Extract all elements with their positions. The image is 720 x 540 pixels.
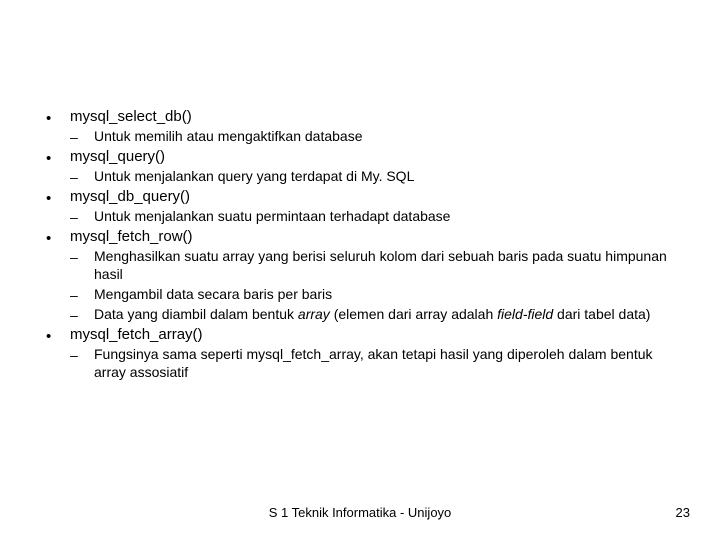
text-segment: array [298,306,330,322]
text-segment: Menghasilkan suatu array yang berisi sel… [94,248,667,282]
text-segment: (elemen dari array adalah [330,306,497,322]
dash-bullet: – [70,129,78,146]
text-segment: Fungsinya sama seperti mysql_fetch_array… [94,346,653,380]
text-segment: Untuk memilih atau mengaktifkan database [94,128,362,144]
sub-list-item: –Untuk memilih atau mengaktifkan databas… [70,128,680,146]
sub-list-item: –Data yang diambil dalam bentuk array (e… [70,306,680,324]
bullet: • [46,190,51,208]
sub-list-item-text: Untuk menjalankan query yang terdapat di… [94,168,414,184]
text-segment: Data yang diambil dalam bentuk [94,306,298,322]
dash-bullet: – [70,249,78,266]
dash-bullet: – [70,169,78,186]
page-number: 23 [676,505,690,520]
sub-list-item: –Fungsinya sama seperti mysql_fetch_arra… [70,346,680,382]
sub-list-item-text: Untuk memilih atau mengaktifkan database [94,128,362,144]
list-item-title: mysql_select_db() [70,108,192,125]
sub-list-item: –Menghasilkan suatu array yang berisi se… [70,248,680,284]
content-list: •mysql_select_db()–Untuk memilih atau me… [46,108,680,382]
sub-list-item-text: Menghasilkan suatu array yang berisi sel… [94,248,667,282]
bullet: • [46,150,51,168]
list-item-title: mysql_db_query() [70,188,190,205]
list-item-title: mysql_query() [70,148,165,165]
sub-list-item: –Mengambil data secara baris per baris [70,286,680,304]
list-item-title: mysql_fetch_row() [70,228,193,245]
sub-list-item: –Untuk menjalankan suatu permintaan terh… [70,208,680,226]
dash-bullet: – [70,347,78,364]
text-segment: Untuk menjalankan query yang terdapat di… [94,168,414,184]
sub-list-item-text: Fungsinya sama seperti mysql_fetch_array… [94,346,653,380]
list-item: • mysql_fetch_array() [46,326,680,344]
dash-bullet: – [70,209,78,226]
bullet: • [46,328,51,346]
sub-list-item: –Untuk menjalankan query yang terdapat d… [70,168,680,186]
list-item-title: mysql_fetch_array() [70,326,203,343]
footer-center-text: S 1 Teknik Informatika - Unijoyo [0,505,720,520]
dash-bullet: – [70,307,78,324]
text-segment: Untuk menjalankan suatu permintaan terha… [94,208,450,224]
sub-list-item-text: Mengambil data secara baris per baris [94,286,332,302]
footer: S 1 Teknik Informatika - Unijoyo 23 [0,505,720,520]
text-segment: Mengambil data secara baris per baris [94,286,332,302]
text-segment: field-field [497,306,553,322]
sub-list-item-text: Data yang diambil dalam bentuk array (el… [94,306,650,322]
text-segment: dari tabel data) [553,306,650,322]
slide-body: •mysql_select_db()–Untuk memilih atau me… [0,0,720,540]
bullet: • [46,230,51,248]
list-item: • mysql_fetch_row() [46,228,680,246]
list-item: • mysql_query() [46,148,680,166]
list-item: • mysql_select_db() [46,108,680,126]
bullet: • [46,110,51,128]
dash-bullet: – [70,287,78,304]
list-item: • mysql_db_query() [46,188,680,206]
sub-list-item-text: Untuk menjalankan suatu permintaan terha… [94,208,450,224]
